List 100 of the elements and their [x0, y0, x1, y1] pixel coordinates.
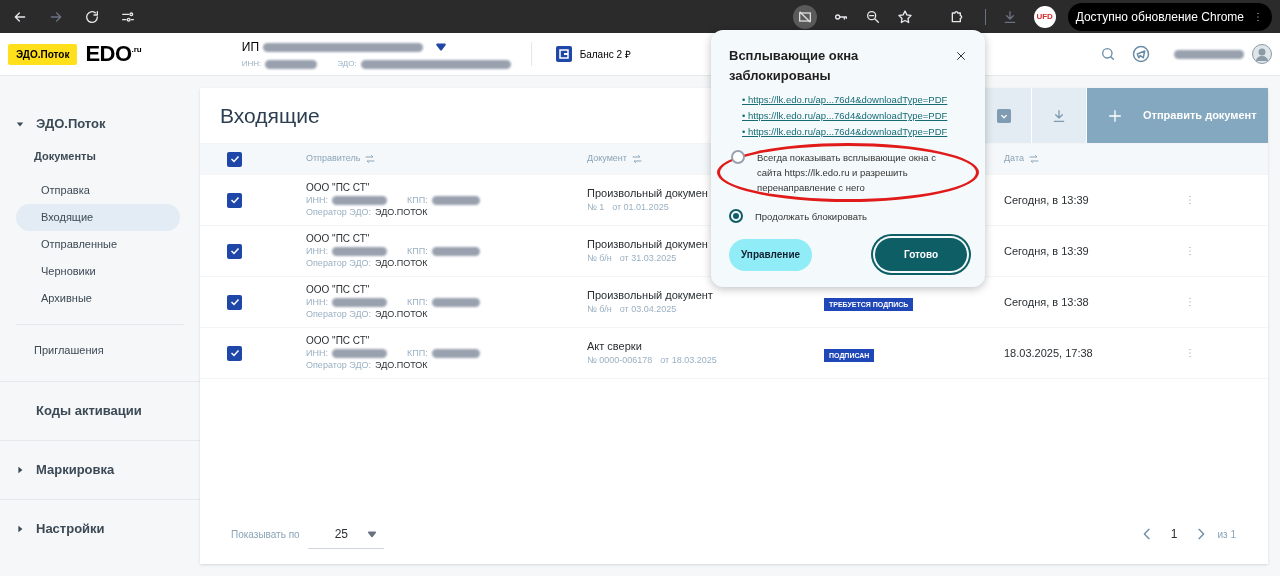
inn-label: ИНН: [306, 296, 328, 308]
sidebar-item[interactable]: Отправленные [16, 230, 180, 258]
sidebar-section[interactable]: ЭДО.Поток [36, 114, 106, 134]
page-total: из 1 [1217, 527, 1236, 542]
dialog-title: Всплывающие окна заблокированы [729, 47, 860, 85]
redacted-blur [431, 195, 480, 205]
sender-name: ООО "ПС СТ" [306, 233, 371, 245]
sidebar-item[interactable]: Отправка [16, 176, 180, 204]
redacted-blur [331, 297, 387, 307]
kpp-label: КПП: [406, 296, 428, 308]
per-page-label: Показывать по [231, 527, 300, 542]
operator-label: Оператор ЭДО: [306, 308, 371, 320]
document-date: от 03.04.2025 [619, 303, 677, 316]
blocked-link[interactable]: • https://lk.edo.ru/ap...76d4&downloadType=PDF [742, 124, 967, 140]
check-icon [228, 296, 241, 308]
check-icon [228, 153, 241, 165]
page-title: Входящие [219, 102, 320, 129]
document-number: № б/н [587, 303, 612, 316]
date-cell-text: Сегодня, в 13:39 [1004, 192, 1090, 208]
checkbox[interactable] [227, 345, 242, 361]
logo[interactable]: EDO [85, 43, 132, 65]
document-date: от 01.01.2025 [612, 201, 669, 214]
sidebar-item[interactable]: Черновики [16, 257, 180, 285]
redacted-blur [431, 246, 480, 256]
check-icon [228, 347, 241, 359]
option-label[interactable]: Всегда показывать всплывающие окна с сайта https://lk.edo.ru и разрешить перенаправление с него [757, 150, 957, 195]
redacted-blur [331, 195, 387, 205]
close-icon[interactable] [955, 50, 967, 62]
edo-label: ЭДО: [337, 58, 357, 70]
operator-name: ЭДО.ПОТОК [375, 257, 428, 269]
plus-icon [1107, 107, 1123, 124]
redacted-blur [431, 348, 480, 358]
operator-label: Оператор ЭДО: [306, 257, 371, 269]
sidebar-item[interactable]: Архивные [16, 284, 180, 312]
operator-name: ЭДО.ПОТОК [375, 359, 428, 371]
check-icon [228, 194, 241, 206]
archive-icon [997, 108, 1011, 123]
balance-label[interactable]: Баланс 2 ₽ [579, 46, 631, 62]
manage-button[interactable]: Управление [729, 238, 813, 271]
sender-name: ООО "ПС СТ" [306, 284, 371, 296]
document-date: от 31.03.2025 [619, 252, 677, 265]
sidebar-section[interactable]: Настройки [36, 518, 105, 539]
document-number: № 1 [587, 201, 605, 214]
sidebar-section[interactable]: Маркировка [36, 459, 115, 480]
logo-suffix: .ru [131, 44, 142, 54]
sidebar-item[interactable]: Входящие [16, 203, 180, 231]
document-date: от 18.03.2025 [660, 354, 717, 367]
per-page-select[interactable]: 25 [307, 519, 384, 549]
checkbox[interactable] [227, 243, 242, 259]
sidebar-link[interactable]: Приглашения [16, 343, 104, 356]
reload-icon[interactable] [84, 8, 100, 25]
profile-avatar[interactable]: UFD [1033, 5, 1056, 28]
document-title[interactable]: Акт сверки [587, 339, 824, 353]
blocked-link[interactable]: • https://lk.edo.ru/ap...76d4&downloadType=PDF [742, 92, 967, 108]
kpp-label: КПП: [406, 245, 428, 257]
operator-name: ЭДО.ПОТОК [375, 308, 428, 320]
user-avatar[interactable] [1252, 44, 1272, 64]
page-number[interactable]: 1 [1170, 525, 1178, 543]
operator-label: Оператор ЭДО: [306, 206, 371, 218]
inn-label: ИНН: [306, 245, 328, 257]
date-cell-text: Сегодня, в 13:38 [1004, 294, 1090, 310]
inn-label: ИНН: [306, 194, 328, 206]
expand-caret-icon[interactable] [16, 465, 24, 474]
update-chrome-button[interactable]: Доступно обновление Chrome [1067, 2, 1272, 31]
org-prefix: ИП [241, 39, 259, 56]
brand-badge[interactable]: ЭДО.Поток [8, 43, 78, 65]
check-icon [228, 245, 241, 257]
operator-name: ЭДО.ПОТОК [375, 206, 428, 218]
redacted-blur [331, 348, 387, 358]
caret-icon[interactable] [435, 41, 447, 53]
sender-name: ООО "ПС СТ" [306, 182, 371, 194]
redacted-blur [331, 246, 387, 256]
kpp-label: КПП: [406, 347, 428, 359]
popup-blocked-icon[interactable] [792, 4, 817, 29]
checkbox[interactable] [227, 192, 242, 208]
checkbox[interactable] [227, 151, 242, 167]
inn-label: ИНН: [306, 347, 328, 359]
bookmark-star-icon[interactable] [896, 8, 913, 25]
blocked-link[interactable]: • https://lk.edo.ru/ap...76d4&downloadType=PDF [742, 108, 967, 124]
telegram-icon[interactable] [1132, 45, 1150, 63]
sender-name: ООО "ПС СТ" [306, 335, 371, 347]
zoom-icon[interactable] [864, 8, 881, 25]
search-icon[interactable] [1100, 46, 1116, 62]
download-icon [1051, 107, 1067, 124]
checkbox[interactable] [227, 294, 242, 310]
document-title[interactable]: Произвольный документ [587, 288, 824, 302]
kpp-label: КПП: [406, 194, 428, 206]
date-cell-text: 18.03.2025, 17:38 [1004, 345, 1094, 361]
radio-button[interactable] [731, 150, 745, 164]
sidebar-heading: Документы [33, 149, 97, 164]
caret-icon [367, 529, 376, 538]
document-number: № 0000-006178 [587, 354, 653, 367]
radio-button[interactable] [729, 209, 743, 223]
expand-caret-icon[interactable] [16, 524, 24, 533]
wallet-icon [555, 46, 572, 62]
option-label[interactable]: Продолжать блокировать [755, 209, 955, 224]
sidebar-section[interactable]: Коды активации [36, 400, 142, 421]
operator-label: Оператор ЭДО: [306, 359, 371, 371]
expand-caret-icon[interactable] [16, 120, 24, 128]
redacted-blur [1174, 49, 1244, 59]
